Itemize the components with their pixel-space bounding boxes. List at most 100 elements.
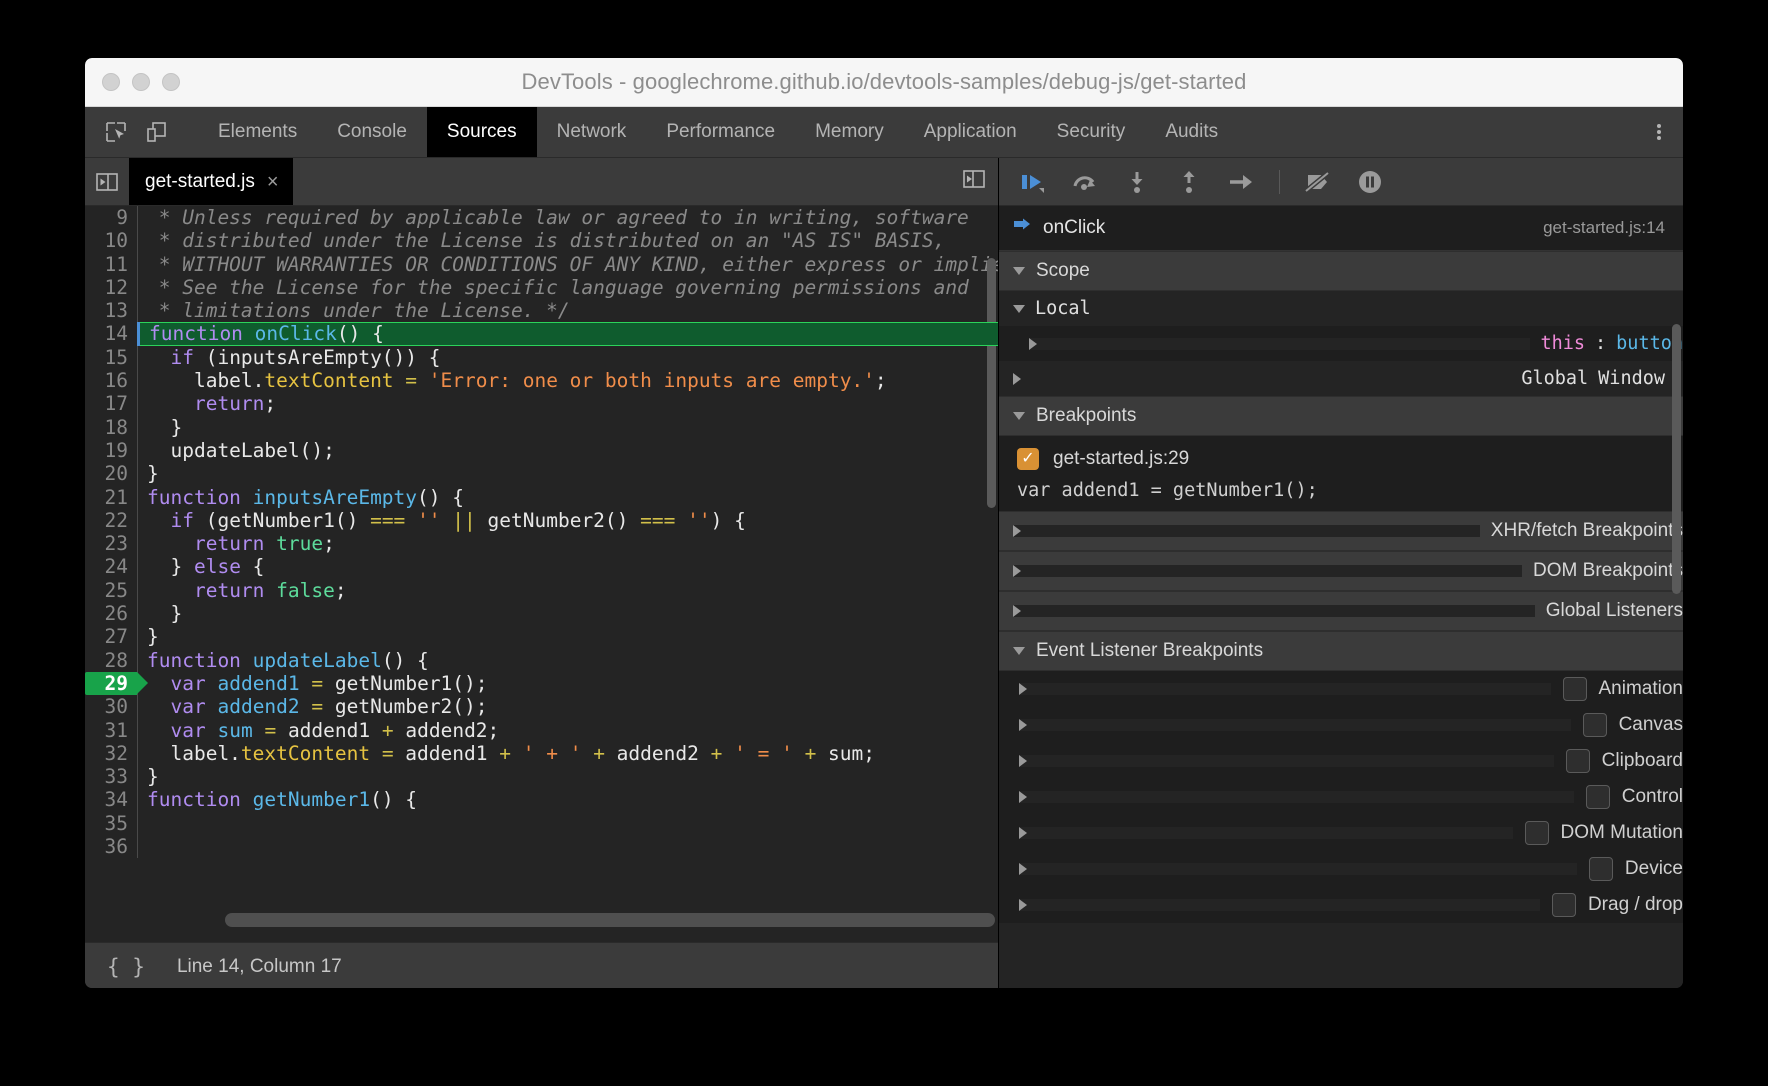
event-listener-breakpoint-row[interactable]: Drag / drop [999, 887, 1683, 923]
event-listener-breakpoint-checkbox[interactable] [1586, 785, 1610, 809]
code-line[interactable]: 28function updateLabel() { [85, 649, 998, 672]
chevron-right-icon[interactable] [1019, 719, 1571, 731]
call-frame-row[interactable]: onClick get-started.js:14 [999, 206, 1683, 251]
pause-on-exceptions-button[interactable] [1354, 166, 1386, 198]
section-header-dom-breakpoints[interactable]: DOM Breakpoints [999, 551, 1683, 591]
code-line[interactable]: 35 [85, 812, 998, 835]
code-line[interactable]: 30 var addend2 = getNumber2(); [85, 695, 998, 718]
code-line[interactable]: 13 * limitations under the License. */ [85, 299, 998, 322]
scope-local-header[interactable]: Local [999, 291, 1683, 326]
code-line[interactable]: 17 return; [85, 392, 998, 415]
step-out-of-current-function-button[interactable] [1173, 166, 1205, 198]
tab-network[interactable]: Network [537, 107, 647, 157]
show-debugger-icon[interactable] [962, 168, 986, 195]
line-number[interactable]: 34 [85, 788, 137, 811]
code-line[interactable]: 11 * WITHOUT WARRANTIES OR CONDITIONS OF… [85, 253, 998, 276]
code-line[interactable]: 33} [85, 765, 998, 788]
close-icon[interactable]: × [267, 172, 279, 192]
code-line[interactable]: 22 if (getNumber1() === '' || getNumber2… [85, 509, 998, 532]
event-listener-breakpoint-row[interactable]: Control [999, 779, 1683, 815]
step-over-next-function-call-button[interactable] [1069, 166, 1101, 198]
editor-vertical-scrollbar[interactable] [987, 258, 996, 508]
chevron-right-icon[interactable] [1019, 791, 1574, 803]
line-number[interactable]: 9 [85, 206, 137, 229]
line-number[interactable]: 23 [85, 532, 137, 555]
section-header-scope[interactable]: Scope [999, 251, 1683, 291]
tab-memory[interactable]: Memory [795, 107, 904, 157]
tab-elements[interactable]: Elements [198, 107, 317, 157]
code-line[interactable]: 10 * distributed under the License is di… [85, 229, 998, 252]
line-number[interactable]: 35 [85, 812, 137, 835]
line-number[interactable]: 19 [85, 439, 137, 462]
code-line[interactable]: 23 return true; [85, 532, 998, 555]
breakpoint-list-item[interactable]: ✓ get-started.js:29 var addend1 = getNum… [999, 436, 1683, 511]
tab-console[interactable]: Console [317, 107, 427, 157]
code-line[interactable]: 31 var sum = addend1 + addend2; [85, 719, 998, 742]
line-number[interactable]: 11 [85, 253, 137, 276]
line-number[interactable]: 33 [85, 765, 137, 788]
editor-horizontal-scrollbar[interactable] [225, 913, 995, 927]
line-number[interactable]: 32 [85, 742, 137, 765]
line-number[interactable]: 27 [85, 625, 137, 648]
event-listener-breakpoint-row[interactable]: Animation [999, 671, 1683, 707]
tab-performance[interactable]: Performance [646, 107, 795, 157]
event-listener-breakpoint-checkbox[interactable] [1583, 713, 1607, 737]
code-line[interactable]: 25 return false; [85, 579, 998, 602]
code-line[interactable]: 20} [85, 462, 998, 485]
tab-application[interactable]: Application [904, 107, 1037, 157]
step-button[interactable] [1225, 166, 1257, 198]
code-editor[interactable]: 9 * Unless required by applicable law or… [85, 206, 998, 942]
section-header-global-listeners[interactable]: Global Listeners [999, 591, 1683, 631]
chevron-right-icon[interactable] [1019, 755, 1554, 767]
line-number[interactable]: 18 [85, 416, 137, 439]
more-options-icon[interactable] [1635, 107, 1683, 157]
breakpoint-checkbox[interactable]: ✓ [1017, 448, 1039, 470]
line-number[interactable]: 31 [85, 719, 137, 742]
scope-global-row[interactable]: Global Window [999, 361, 1683, 396]
chevron-right-icon[interactable] [1029, 338, 1530, 350]
code-line[interactable]: 19 updateLabel(); [85, 439, 998, 462]
scope-entry-this[interactable]: this: button [999, 326, 1683, 361]
code-line[interactable]: 32 label.textContent = addend1 + ' + ' +… [85, 742, 998, 765]
code-line[interactable]: 24 } else { [85, 555, 998, 578]
line-number[interactable]: 12 [85, 276, 137, 299]
code-line[interactable]: 27} [85, 625, 998, 648]
line-number[interactable]: 16 [85, 369, 137, 392]
pretty-print-icon[interactable]: { } [107, 955, 145, 979]
line-number[interactable]: 30 [85, 695, 137, 718]
tab-security[interactable]: Security [1037, 107, 1146, 157]
line-number[interactable]: 15 [85, 346, 137, 369]
code-line[interactable]: 26 } [85, 602, 998, 625]
line-number[interactable]: 13 [85, 299, 137, 322]
event-listener-breakpoint-row[interactable]: Clipboard [999, 743, 1683, 779]
code-line[interactable]: 16 label.textContent = 'Error: one or bo… [85, 369, 998, 392]
chevron-right-icon[interactable] [1019, 863, 1577, 875]
section-header-event-listener-breakpoints[interactable]: Event Listener Breakpoints [999, 631, 1683, 671]
event-listener-breakpoint-checkbox[interactable] [1552, 893, 1576, 917]
code-line[interactable]: 15 if (inputsAreEmpty()) { [85, 346, 998, 369]
line-number[interactable]: 26 [85, 602, 137, 625]
event-listener-breakpoint-checkbox[interactable] [1525, 821, 1549, 845]
event-listener-breakpoint-checkbox[interactable] [1589, 857, 1613, 881]
code-line[interactable]: 36 [85, 835, 998, 858]
show-navigator-icon[interactable] [85, 158, 129, 205]
line-number[interactable]: 17 [85, 392, 137, 415]
code-line[interactable]: 14function onClick() { [85, 322, 998, 345]
tab-audits[interactable]: Audits [1145, 107, 1238, 157]
line-number[interactable]: 21 [85, 486, 137, 509]
code-line[interactable]: 18 } [85, 416, 998, 439]
line-number[interactable]: 10 [85, 229, 137, 252]
chevron-right-icon[interactable] [1013, 373, 1511, 385]
event-listener-breakpoint-checkbox[interactable] [1566, 749, 1590, 773]
breakpoint-gutter-marker[interactable]: 29 [85, 672, 137, 695]
section-header-xhr-fetch-breakpoints[interactable]: XHR/fetch Breakpoints [999, 511, 1683, 551]
line-number[interactable]: 20 [85, 462, 137, 485]
line-number[interactable]: 25 [85, 579, 137, 602]
line-number[interactable]: 14 [85, 322, 137, 345]
code-line[interactable]: 12 * See the License for the specific la… [85, 276, 998, 299]
line-number[interactable]: 22 [85, 509, 137, 532]
chevron-right-icon[interactable] [1019, 827, 1513, 839]
deactivate-breakpoints-button[interactable] [1302, 166, 1334, 198]
tab-sources[interactable]: Sources [427, 107, 537, 157]
line-number[interactable]: 36 [85, 835, 137, 858]
